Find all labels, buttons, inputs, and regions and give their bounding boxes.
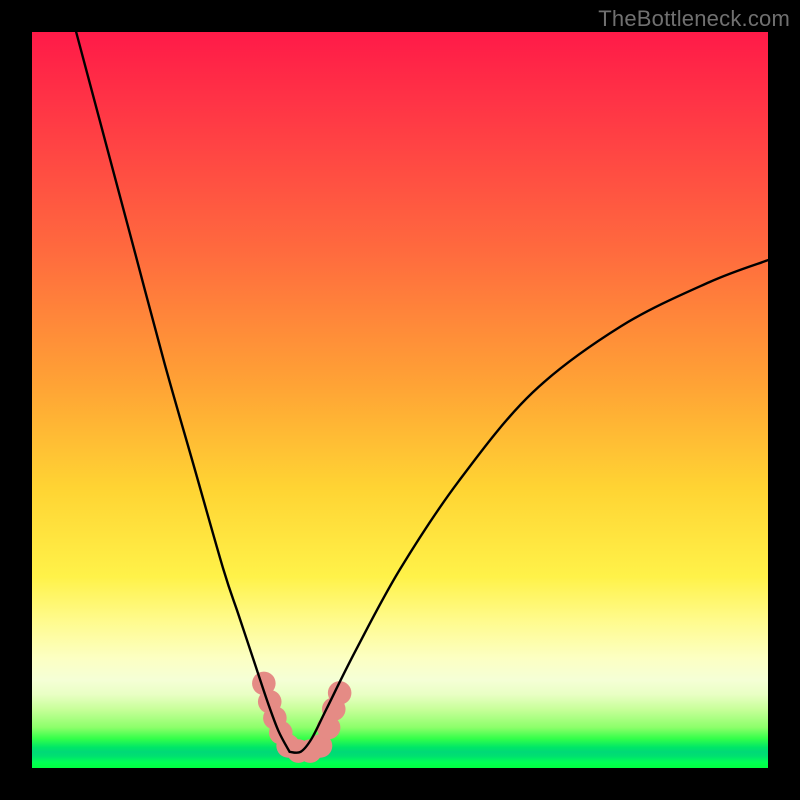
outer-frame: TheBottleneck.com xyxy=(0,0,800,800)
marker-layer xyxy=(252,672,351,763)
curve-left-branch xyxy=(76,32,289,752)
chart-svg xyxy=(32,32,768,768)
curve-right-branch xyxy=(290,260,768,753)
watermark-text: TheBottleneck.com xyxy=(598,6,790,32)
plot-area xyxy=(32,32,768,768)
